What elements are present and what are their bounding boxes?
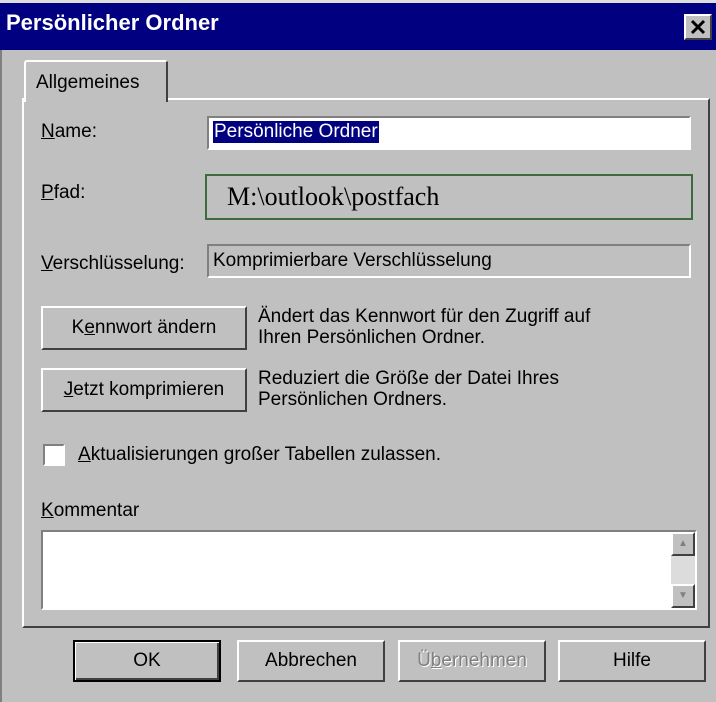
compress-button[interactable]: Jetzt komprimieren	[41, 368, 247, 412]
help-label: Hilfe	[612, 650, 651, 671]
close-button[interactable]	[684, 14, 712, 40]
ok-label: OK	[133, 650, 161, 671]
scroll-up-button[interactable]: ▲	[671, 532, 695, 556]
title-bar[interactable]: Persönlicher Ordner	[0, 0, 716, 50]
ok-button[interactable]: OK	[73, 640, 221, 682]
window-edge	[0, 0, 2, 702]
arrow-up-icon: ▲	[678, 538, 688, 549]
scroll-down-button[interactable]: ▼	[671, 584, 695, 608]
path-field: M:\outlook\postfach	[205, 174, 693, 220]
encryption-field: Komprimierbare Verschlüsselung	[207, 244, 691, 278]
apply-button[interactable]: Übernehmen	[398, 640, 546, 682]
window-title: Persönlicher Ordner	[6, 10, 219, 35]
dialog-window: Persönlicher Ordner Allgemeines Name: Pe…	[0, 0, 716, 702]
path-label: Pfad:	[41, 182, 86, 203]
name-label: Name:	[41, 121, 97, 142]
cancel-button[interactable]: Abbrechen	[237, 640, 385, 682]
large-tables-label[interactable]: Aktualisierungen großer Tabellen zulasse…	[78, 444, 441, 466]
path-value: M:\outlook\postfach	[227, 182, 440, 211]
help-button[interactable]: Hilfe	[558, 640, 706, 682]
change-password-label: Kennwort ändern	[71, 317, 217, 338]
name-value: Persönliche Ordner	[213, 121, 379, 143]
encryption-value: Komprimierbare Verschlüsselung	[213, 250, 492, 271]
change-password-button[interactable]: Kennwort ändern	[41, 306, 247, 350]
comment-scrollbar[interactable]: ▲ ▼	[671, 532, 695, 608]
tab-allgemeines[interactable]: Allgemeines	[24, 60, 168, 102]
change-password-description: Ändert das Kennwort für den Zugriff auf …	[258, 306, 591, 348]
tab-label: Allgemeines	[36, 72, 140, 93]
compress-description: Reduziert die Größe der Datei Ihres Pers…	[258, 368, 559, 410]
close-icon	[690, 19, 706, 35]
encryption-label: Verschlüsselung:	[41, 253, 185, 274]
large-tables-checkbox[interactable]	[43, 444, 65, 466]
arrow-down-icon: ▼	[678, 590, 688, 601]
apply-label: Übernehmen	[417, 650, 527, 671]
cancel-label: Abbrechen	[265, 650, 357, 671]
compress-label: Jetzt komprimieren	[63, 379, 225, 400]
comment-textarea[interactable]: ▲ ▼	[41, 530, 697, 610]
name-input[interactable]: Persönliche Ordner	[207, 116, 691, 150]
comment-label: Kommentar	[41, 500, 140, 521]
